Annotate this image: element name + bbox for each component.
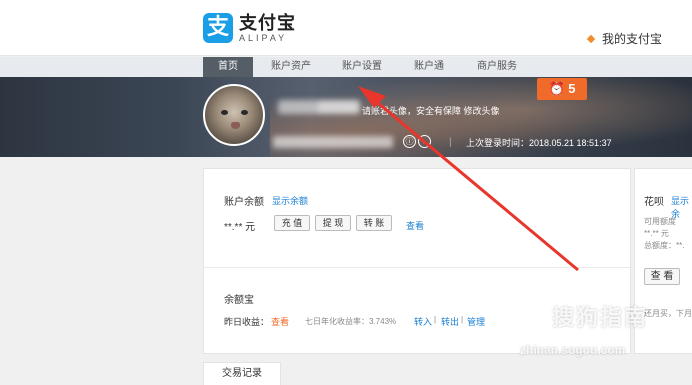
avatar-nose	[231, 122, 240, 129]
username-blurred	[318, 102, 358, 112]
nav-item-merchant[interactable]: 商户服务	[472, 57, 522, 77]
balance-amount: **.** 元	[224, 222, 256, 233]
transfer-button[interactable]: 转 账	[356, 215, 392, 231]
account-blurred	[273, 136, 393, 148]
view-balance-link[interactable]: 查看	[406, 219, 424, 232]
user-avatar[interactable]	[203, 84, 265, 146]
my-alipay-link[interactable]: 我的支付宝	[586, 30, 662, 47]
seven-day-rate: 七日年化收益率：3.743%	[305, 317, 397, 326]
message-alarm-badge[interactable]: ⏰ 5	[537, 78, 587, 100]
avatar-eye	[221, 110, 228, 115]
huabei-footer-text: 还月买，下月	[644, 309, 692, 318]
nav-item-assets[interactable]: 账户资产	[266, 57, 316, 77]
recharge-button[interactable]: 充 值	[274, 215, 310, 231]
nav-item-home[interactable]: 首页	[203, 57, 253, 77]
huabei-available-label: 可用额度	[644, 217, 676, 226]
huabei-label: 花呗	[644, 197, 664, 208]
alipay-logo[interactable]: 支 支付宝 ALIPAY	[203, 10, 296, 46]
top-header: 支 支付宝 ALIPAY 我的支付宝	[0, 0, 692, 56]
my-alipay-label: 我的支付宝	[601, 32, 662, 46]
diamond-icon	[586, 34, 596, 43]
balance-label: 账户余额	[224, 197, 264, 208]
avatar-notice[interactable]: 请账君头像，安全有保障 修改头像	[362, 104, 500, 117]
separator: |	[434, 315, 437, 324]
logo-subtitle: ALIPAY	[239, 32, 288, 43]
logo-title: 支付宝	[239, 12, 296, 33]
transfer-out-link[interactable]: 转出	[441, 315, 459, 328]
logo-text: 支付宝 ALIPAY	[239, 13, 296, 44]
yesterday-income-label: 昨日收益：	[224, 317, 270, 327]
nav-item-settings[interactable]: 账户设置	[336, 57, 388, 77]
last-login-time: 上次登录时间：2018.05.21 18:51:37	[466, 138, 612, 148]
huabei-available-value: **.** 元	[644, 229, 669, 238]
alarm-icon: ⏰	[548, 81, 565, 96]
yuebao-label: 余额宝	[224, 295, 254, 306]
tab-transactions[interactable]: 交易记录	[203, 362, 281, 385]
transfer-in-link[interactable]: 转入	[414, 315, 432, 328]
watermark-text: 搜狗指南	[552, 305, 649, 330]
withdraw-button[interactable]: 提 现	[315, 215, 351, 231]
info-icon[interactable]: ◐	[418, 135, 431, 148]
huabei-view-button[interactable]: 查 看	[644, 268, 680, 285]
show-balance-link[interactable]: 显示余额	[272, 194, 308, 207]
watermark-logo-icon	[517, 300, 547, 330]
huabei-total: 总额度：**.	[644, 241, 685, 250]
manage-link[interactable]: 管理	[467, 315, 485, 328]
card-divider	[204, 267, 632, 268]
yesterday-income-view-link[interactable]: 查看	[271, 315, 289, 328]
main-nav: 首页 账户资产 账户设置 账户通 商户服务	[0, 57, 692, 77]
message-count: 5	[568, 81, 576, 96]
nav-item-account-link[interactable]: 账户通	[408, 57, 450, 77]
avatar-eye	[241, 110, 248, 115]
separator: |	[461, 315, 464, 324]
separator: |	[449, 137, 452, 148]
watermark-url: zhinan.sogou.com	[520, 343, 626, 357]
alipay-logo-icon: 支	[203, 13, 233, 43]
id-card-icon[interactable]: ⓘ	[403, 135, 416, 148]
